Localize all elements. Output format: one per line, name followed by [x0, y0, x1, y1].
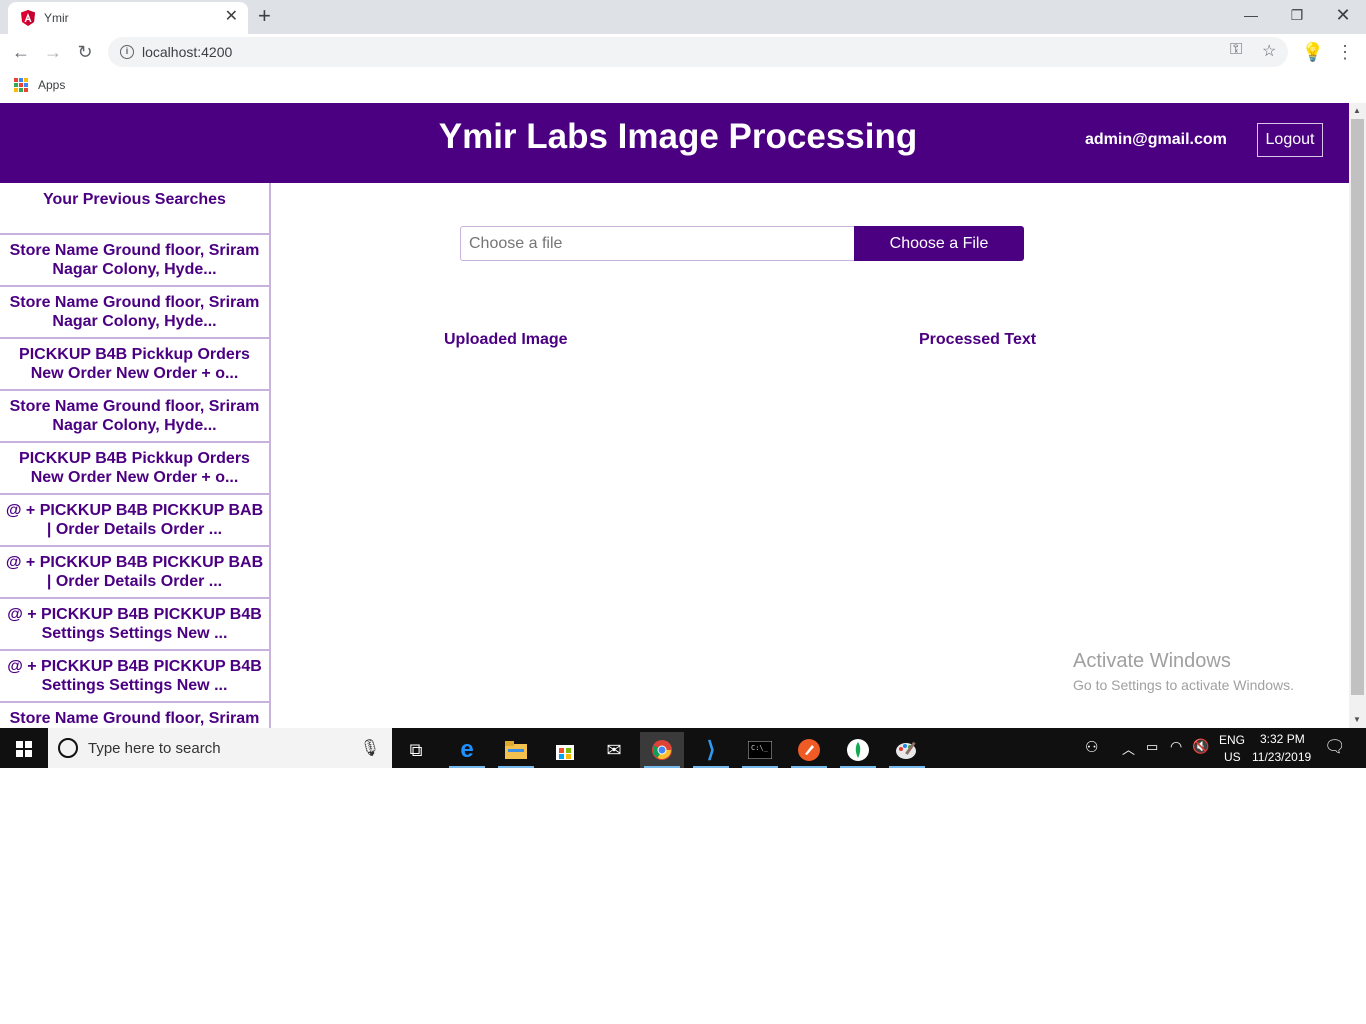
previous-search-item[interactable]: @ + PICKKUP B4B PICKKUP B4B Settings Set… — [0, 599, 269, 651]
previous-search-item[interactable]: @ + PICKKUP B4B PICKKUP BAB | Order Deta… — [0, 547, 269, 599]
chrome-menu-icon[interactable]: ⋮ — [1332, 40, 1358, 64]
notifications-icon[interactable]: 🗨 — [1324, 737, 1346, 757]
close-window-icon[interactable]: ✕ — [1320, 0, 1366, 32]
restore-icon[interactable]: ❐ — [1274, 0, 1320, 32]
browser-tab[interactable]: Ymir ✕ — [8, 2, 248, 34]
previous-search-item[interactable]: Store Name Ground floor, Sriram — [0, 703, 269, 728]
edge-icon[interactable]: e — [445, 732, 489, 768]
region-indicator[interactable]: US — [1224, 750, 1241, 764]
forward-icon[interactable]: → — [40, 40, 66, 64]
windows-logo-icon — [16, 741, 32, 757]
main-content: Choose a File Uploaded Image Processed T… — [271, 183, 1349, 728]
file-path-input[interactable] — [460, 226, 856, 261]
user-email: admin@gmail.com — [1085, 131, 1227, 148]
taskbar-search[interactable]: Type here to search 🎙 — [48, 728, 392, 768]
sidebar-heading: Your Previous Searches — [0, 183, 269, 235]
volume-muted-icon[interactable]: 🔇 — [1192, 738, 1209, 755]
svg-text:C:\_: C:\_ — [751, 744, 769, 752]
url-text[interactable]: localhost:4200 — [142, 44, 232, 60]
app-root: Ymir Labs Image Processing admin@gmail.c… — [0, 103, 1349, 728]
browser-toolbar: ← → ↻ i localhost:4200 ⚿ ☆ 💡 ⋮ — [0, 34, 1366, 70]
previous-search-item[interactable]: Store Name Ground floor, Sriram Nagar Co… — [0, 287, 269, 339]
previous-search-item[interactable]: Store Name Ground floor, Sriram Nagar Co… — [0, 391, 269, 443]
people-icon[interactable]: ⚇ — [1085, 738, 1098, 756]
site-info-icon[interactable]: i — [120, 45, 134, 59]
processed-text-heading: Processed Text — [919, 331, 1037, 348]
address-bar[interactable]: i localhost:4200 ⚿ ☆ — [108, 37, 1288, 67]
vscode-icon[interactable]: ⟩ — [689, 732, 733, 768]
previous-search-item[interactable]: Store Name Ground floor, Sriram Nagar Co… — [0, 235, 269, 287]
language-indicator[interactable]: ENG — [1219, 733, 1245, 747]
clock-date[interactable]: 11/23/2019 — [1252, 750, 1311, 764]
tab-title: Ymir — [44, 11, 69, 25]
mongodb-icon[interactable] — [836, 732, 880, 768]
store-icon[interactable] — [543, 732, 587, 768]
bookmark-star-icon[interactable]: ☆ — [1262, 41, 1276, 61]
windows-taskbar: Type here to search 🎙 ⧉ e ✉ ⟩ C:\_ ⚇ ︿ ▭… — [0, 728, 1366, 768]
file-explorer-icon[interactable] — [494, 732, 538, 768]
choose-file-button[interactable]: Choose a File — [854, 226, 1024, 261]
browser-titlebar: Ymir ✕ + — ❐ ✕ — [0, 0, 1366, 34]
cortana-icon — [58, 738, 78, 758]
activate-windows-subtitle: Go to Settings to activate Windows. — [1073, 677, 1294, 693]
taskbar-search-placeholder: Type here to search — [88, 740, 221, 757]
previous-searches-sidebar: Your Previous Searches Store Name Ground… — [0, 183, 271, 728]
clock-time[interactable]: 3:32 PM — [1260, 732, 1305, 746]
bookmarks-bar: Apps — [0, 70, 1366, 102]
extension-bulb-icon[interactable]: 💡 — [1300, 40, 1326, 64]
wifi-icon[interactable]: ◠ — [1170, 738, 1182, 755]
apps-grid-icon[interactable] — [14, 78, 28, 92]
microphone-icon[interactable]: 🎙 — [360, 738, 380, 758]
task-view-icon[interactable]: ⧉ — [394, 732, 438, 768]
page-scrollbar[interactable]: ▲ ▼ — [1349, 103, 1366, 728]
scroll-up-icon[interactable]: ▲ — [1353, 106, 1361, 115]
activate-windows-title: Activate Windows — [1073, 650, 1231, 672]
terminal-icon[interactable]: C:\_ — [738, 732, 782, 768]
scroll-down-icon[interactable]: ▼ — [1353, 715, 1361, 724]
mail-icon[interactable]: ✉ — [592, 732, 636, 768]
show-hidden-icons-icon[interactable]: ︿ — [1122, 739, 1135, 758]
paint-icon[interactable] — [885, 732, 929, 768]
previous-search-item[interactable]: PICKKUP B4B Pickkup Orders New Order New… — [0, 339, 269, 391]
previous-search-item[interactable]: PICKKUP B4B Pickkup Orders New Order New… — [0, 443, 269, 495]
app-header: Ymir Labs Image Processing admin@gmail.c… — [0, 103, 1349, 183]
chrome-icon[interactable] — [640, 732, 684, 768]
tab-close-icon[interactable]: ✕ — [225, 8, 238, 26]
logout-button[interactable]: Logout — [1257, 123, 1323, 157]
previous-search-item[interactable]: @ + PICKKUP B4B PICKKUP B4B Settings Set… — [0, 651, 269, 703]
uploaded-image-heading: Uploaded Image — [444, 331, 568, 348]
angular-favicon-icon — [21, 10, 35, 26]
minimize-icon[interactable]: — — [1228, 0, 1274, 32]
previous-search-item[interactable]: @ + PICKKUP B4B PICKKUP BAB | Order Deta… — [0, 495, 269, 547]
battery-icon[interactable]: ▭ — [1146, 739, 1158, 755]
reload-icon[interactable]: ↻ — [72, 40, 98, 64]
apps-link[interactable]: Apps — [38, 78, 65, 92]
scroll-thumb[interactable] — [1351, 119, 1364, 695]
postman-icon[interactable] — [787, 732, 831, 768]
back-icon[interactable]: ← — [8, 40, 34, 64]
start-button[interactable] — [0, 728, 48, 768]
new-tab-icon[interactable]: + — [258, 3, 271, 29]
key-icon[interactable]: ⚿ — [1230, 41, 1242, 59]
